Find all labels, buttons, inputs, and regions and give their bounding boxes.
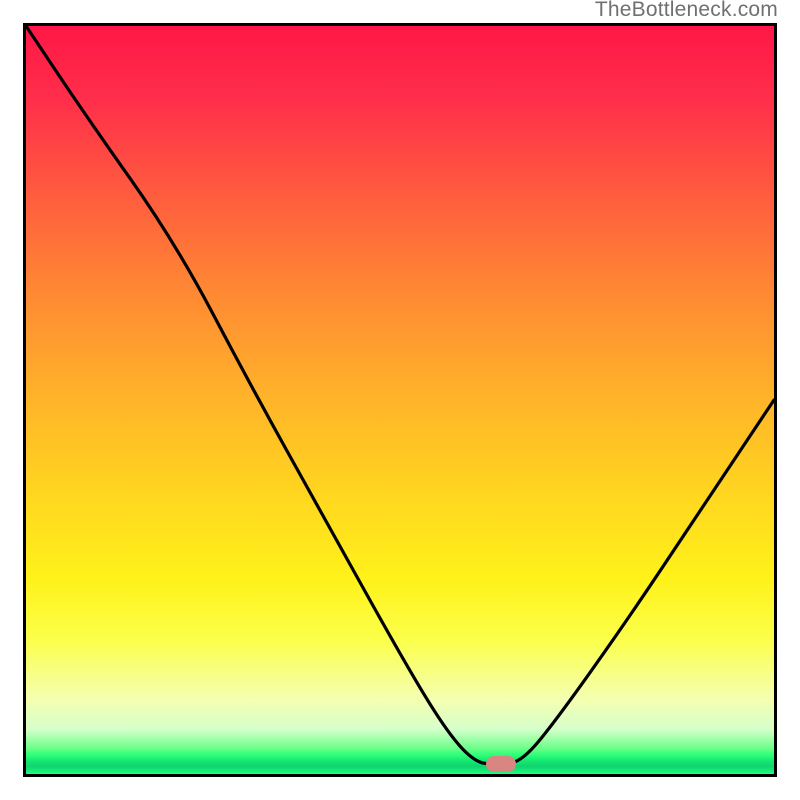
chart-frame: TheBottleneck.com xyxy=(0,0,800,800)
bottleneck-curve xyxy=(26,26,774,774)
optimal-point-marker xyxy=(486,756,516,772)
plot-area xyxy=(23,23,777,777)
watermark-text: TheBottleneck.com xyxy=(595,0,778,22)
